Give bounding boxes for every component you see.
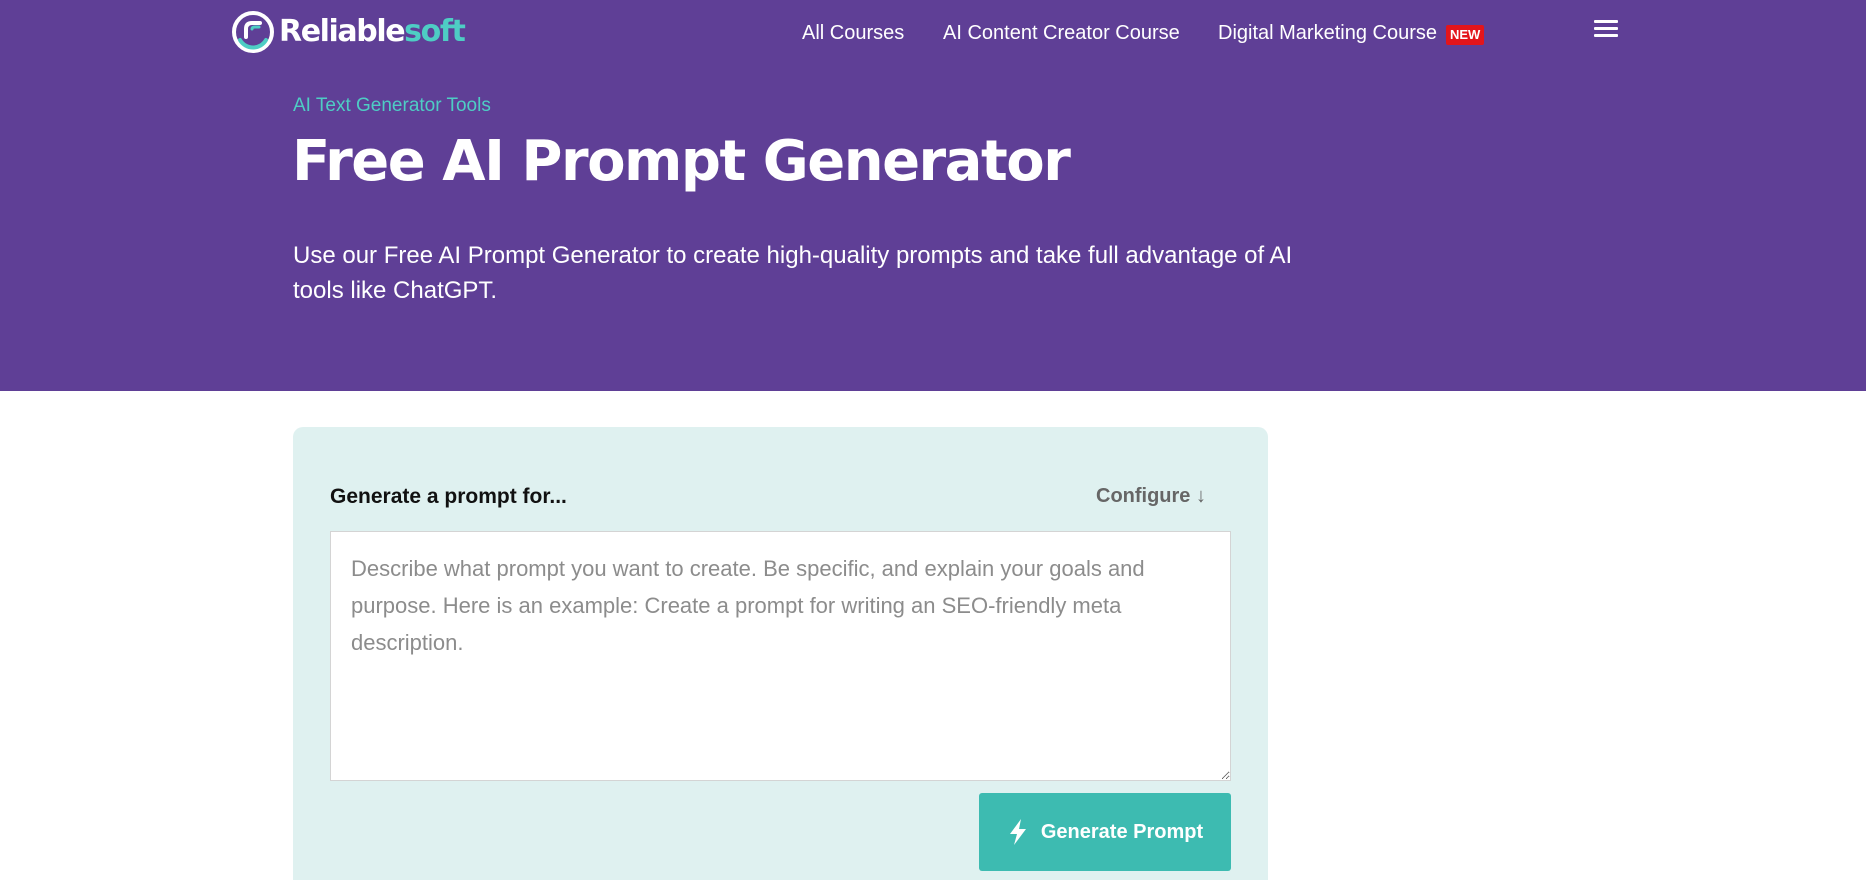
generate-prompt-label: Generate Prompt (1040, 820, 1204, 843)
site-logo[interactable]: Reliablesoft (231, 9, 466, 55)
generate-prompt-button[interactable]: Generate Prompt (979, 793, 1231, 871)
prompt-generator-card: Generate a prompt for... Configure ↓ Gen… (293, 427, 1268, 880)
breadcrumb[interactable]: AI Text Generator Tools (293, 95, 491, 117)
configure-toggle[interactable]: Configure ↓ (1096, 485, 1206, 508)
logo-text: Reliablesoft (279, 14, 466, 49)
hamburger-menu-icon[interactable] (1594, 20, 1618, 42)
new-badge: NEW (1446, 25, 1485, 45)
prompt-input[interactable] (330, 531, 1231, 781)
nav-link-ai-content-creator-course[interactable]: AI Content Creator Course (943, 18, 1180, 48)
nav-link-all-courses[interactable]: All Courses (802, 18, 904, 48)
intro-text: Use our Free AI Prompt Generator to crea… (293, 242, 1293, 304)
logo-icon (232, 11, 274, 53)
page-title: Free AI Prompt Generator (292, 129, 1071, 194)
hero-header: Reliablesoft All Courses AI Content Crea… (0, 0, 1866, 391)
prompt-label: Generate a prompt for... (330, 485, 567, 508)
nav-link-digital-marketing-course[interactable]: Digital Marketing Course (1218, 18, 1437, 48)
lightning-bolt-icon (1009, 819, 1026, 845)
